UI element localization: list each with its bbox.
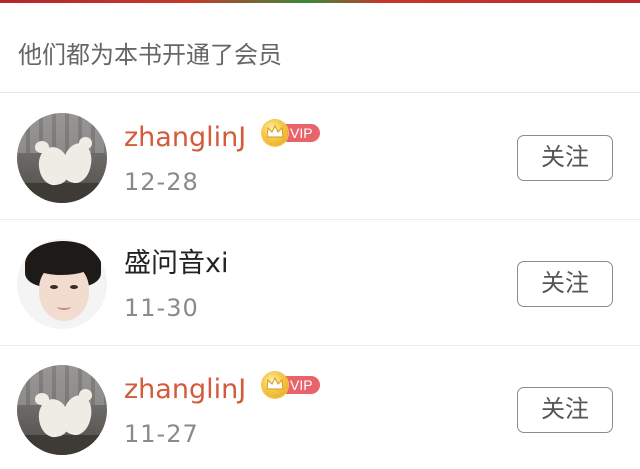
member-row[interactable]: zhanglinJ VIP 12-28 关注 (0, 94, 640, 220)
vip-badge: VIP (262, 372, 320, 398)
vip-label: VIP (290, 377, 313, 393)
crown-icon (262, 120, 288, 146)
pigeons-avatar[interactable] (17, 113, 107, 203)
follow-button[interactable]: 关注 (517, 135, 613, 181)
member-row[interactable]: zhanglinJ VIP 11-27 关注 (0, 346, 640, 469)
member-username[interactable]: zhanglinJ (124, 373, 246, 407)
member-username[interactable]: 盛问音xi (124, 247, 228, 281)
crown-icon (262, 372, 288, 398)
member-username[interactable]: zhanglinJ (124, 121, 246, 155)
follow-button[interactable]: 关注 (517, 261, 613, 307)
vip-label: VIP (290, 125, 313, 141)
members-section-header: 他们都为本书开通了会员 (0, 3, 640, 93)
pigeons-avatar[interactable] (17, 365, 107, 455)
member-date: 11-30 (124, 294, 199, 322)
follow-button[interactable]: 关注 (517, 387, 613, 433)
member-date: 11-27 (124, 420, 199, 448)
section-title: 他们都为本书开通了会员 (18, 41, 282, 69)
vip-members-page: 他们都为本书开通了会员 zhanglinJ VIP 12-28 关注 盛问音xi… (0, 0, 640, 469)
person-avatar[interactable] (17, 239, 107, 329)
member-row[interactable]: 盛问音xi 11-30 关注 (0, 220, 640, 346)
member-date: 12-28 (124, 168, 199, 196)
vip-badge: VIP (262, 120, 320, 146)
